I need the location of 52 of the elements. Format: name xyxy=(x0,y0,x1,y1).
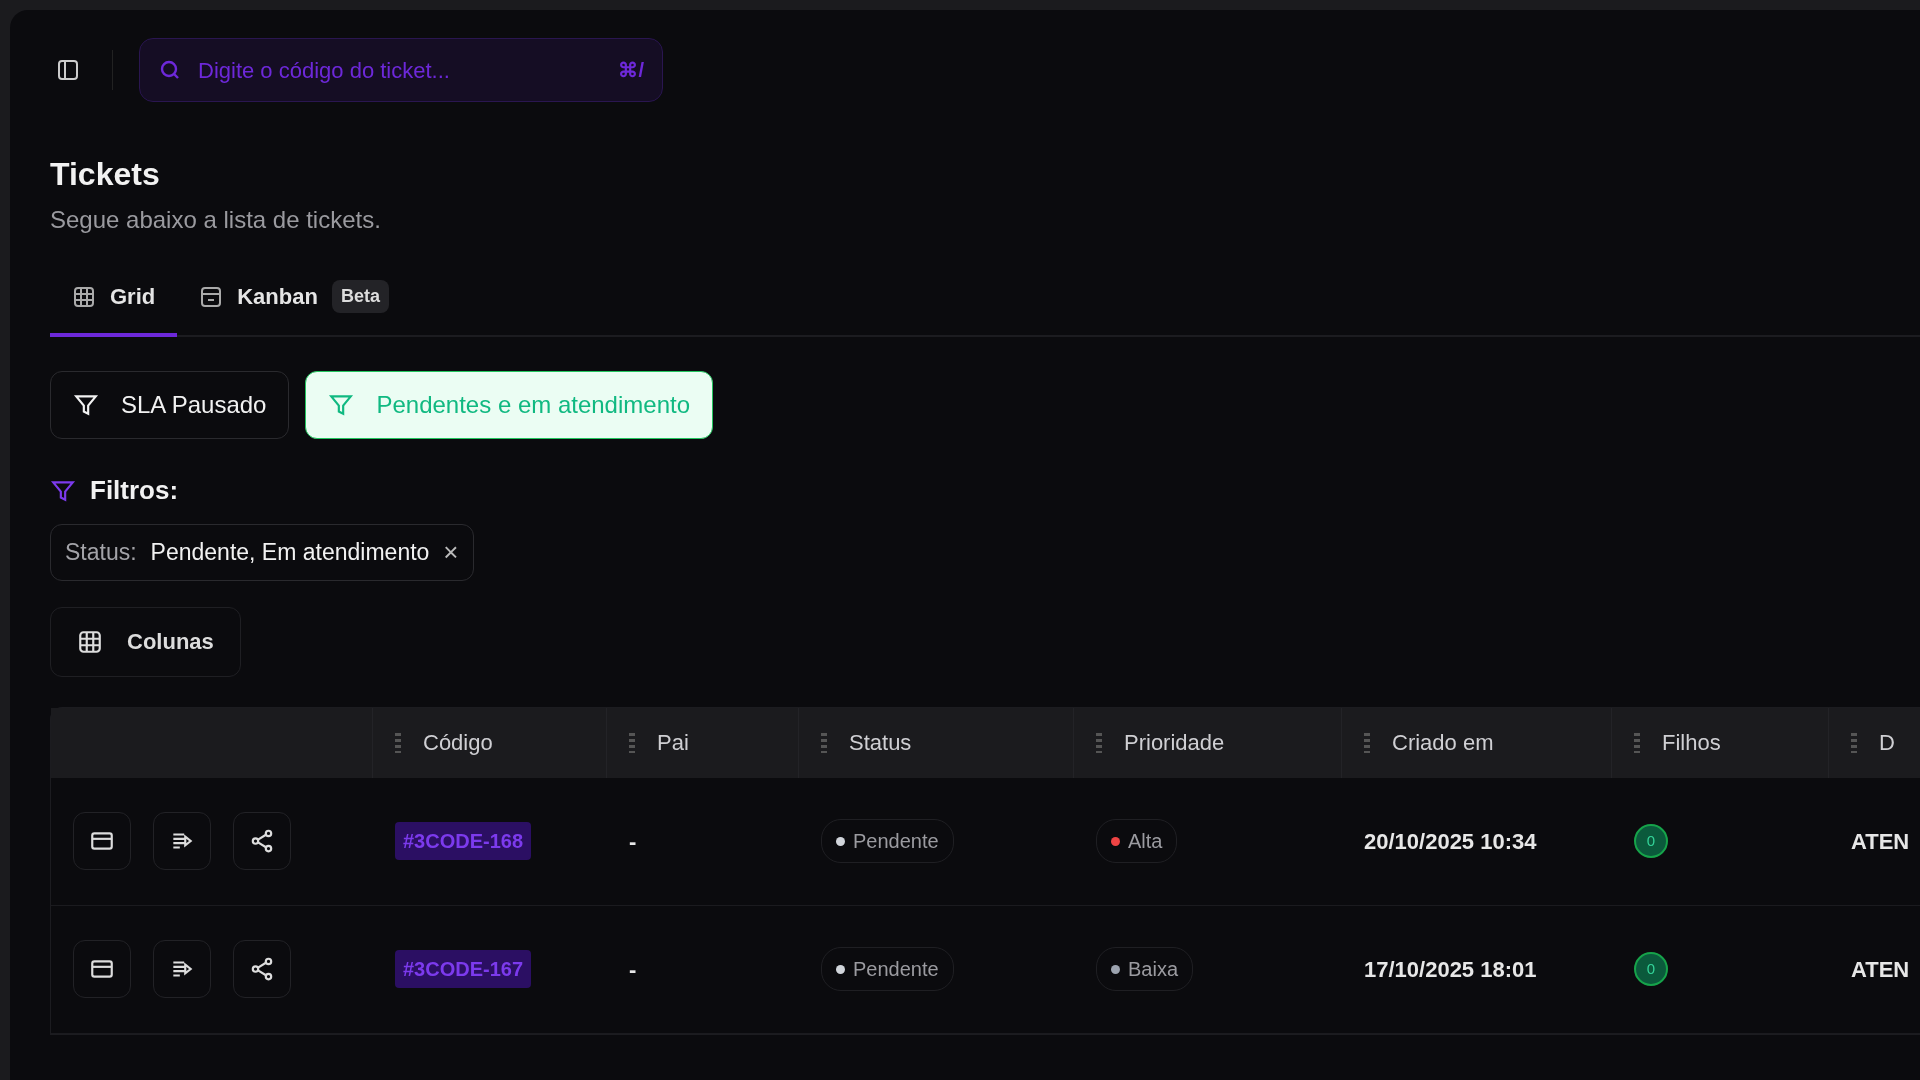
table-cell-text: ATEN xyxy=(1851,827,1910,856)
drag-handle-icon[interactable] xyxy=(1096,732,1102,753)
board-icon xyxy=(199,284,224,309)
status-pill: Pendente xyxy=(821,947,954,991)
filter-icon xyxy=(73,392,99,418)
column-header[interactable]: Pai xyxy=(657,726,689,759)
beta-badge: Beta xyxy=(331,280,389,313)
share-icon xyxy=(249,956,275,982)
drag-handle-icon[interactable] xyxy=(1634,732,1640,753)
view-tab[interactable]: Kanban Beta xyxy=(177,266,411,337)
search-input[interactable]: Digite o código do ticket... xyxy=(196,52,605,88)
column-header[interactable]: Status xyxy=(849,726,912,759)
drag-handle-icon[interactable] xyxy=(395,732,401,753)
column-header[interactable]: Prioridade xyxy=(1124,726,1225,759)
filter-label: Status: xyxy=(65,538,137,567)
drag-handle-icon[interactable] xyxy=(1364,732,1370,753)
view-tab[interactable]: Grid xyxy=(50,266,178,337)
columns-button[interactable]: Colunas xyxy=(50,606,241,677)
drag-handle-icon[interactable] xyxy=(1851,732,1857,753)
table-cell-text: 20/10/2025 10:34 xyxy=(1364,827,1537,856)
window-button[interactable] xyxy=(73,812,131,870)
drag-handle-icon[interactable] xyxy=(821,732,827,753)
list-button[interactable] xyxy=(153,812,211,870)
list-button[interactable] xyxy=(153,940,211,998)
shortcut-hint: ⌘/ xyxy=(618,58,644,83)
column-header[interactable]: D xyxy=(1879,726,1895,759)
window-button[interactable] xyxy=(73,940,131,998)
grid-icon xyxy=(72,284,96,309)
drag-handle-icon[interactable] xyxy=(629,732,635,753)
status-pill: Pendente xyxy=(821,819,954,863)
filters-title: Filtros: xyxy=(90,474,179,507)
column-header[interactable]: Filhos xyxy=(1662,726,1721,759)
grid-icon xyxy=(77,628,103,655)
table-cell-text: - xyxy=(629,955,637,984)
priority-pill: Baixa xyxy=(1096,947,1194,991)
filter-value: Pendente, Em atendimento xyxy=(150,538,430,567)
table-cell-text: ATEN xyxy=(1851,955,1910,984)
table-cell-text: - xyxy=(629,827,637,856)
page-subtitle: Segue abaixo a lista de tickets. xyxy=(50,205,382,235)
children-count: 0 xyxy=(1634,952,1668,986)
share-button[interactable] xyxy=(233,812,291,870)
priority-pill: Alta xyxy=(1096,819,1178,863)
filter-icon xyxy=(328,392,355,418)
column-header[interactable]: Criado em xyxy=(1392,726,1494,759)
share-button[interactable] xyxy=(233,940,291,998)
column-header[interactable]: Código xyxy=(423,726,493,759)
table-cell-text: 17/10/2025 18:01 xyxy=(1364,955,1537,984)
remove-filter-button[interactable]: × xyxy=(443,539,459,566)
children-count: 0 xyxy=(1634,824,1668,858)
quick-filter-button[interactable]: SLA Pausado xyxy=(50,371,290,439)
page-title: Tickets xyxy=(50,155,161,194)
share-icon xyxy=(249,828,275,854)
